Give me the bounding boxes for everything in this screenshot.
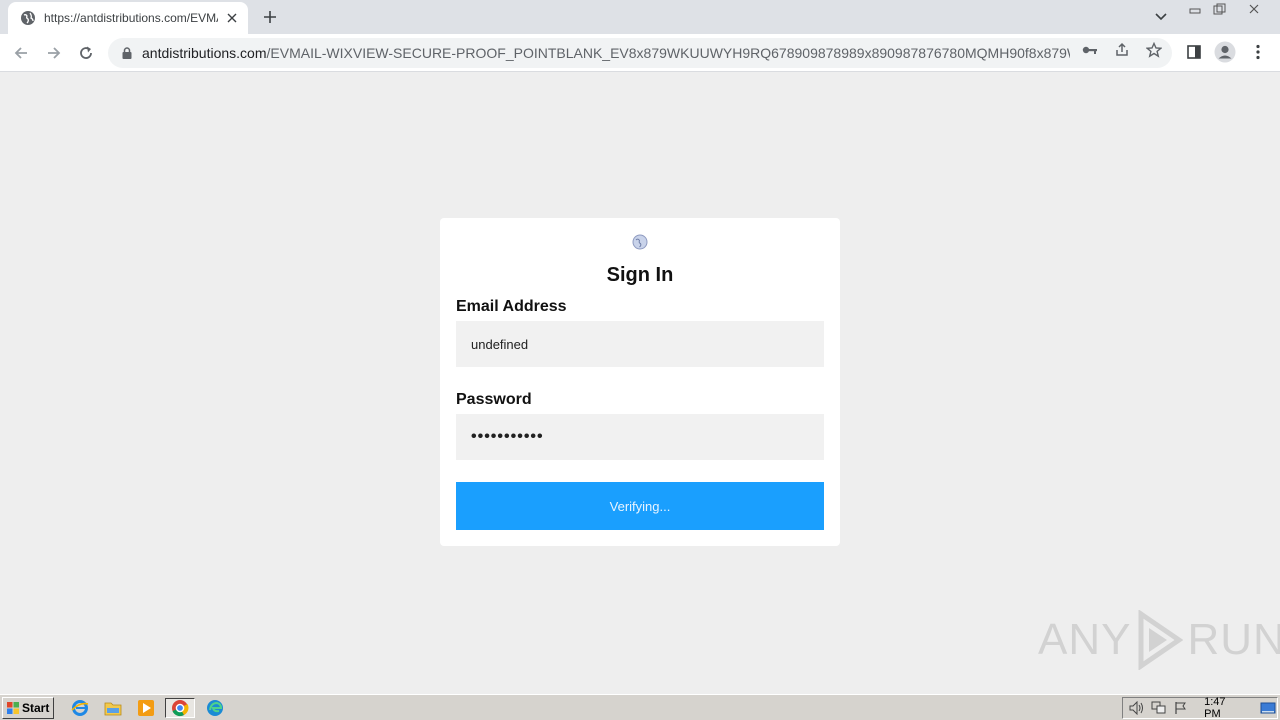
share-icon[interactable] xyxy=(1113,41,1131,59)
url-host: antdistributions.com xyxy=(142,45,267,61)
forward-arrow-icon[interactable] xyxy=(41,40,67,66)
restore-icon[interactable] xyxy=(1208,1,1232,17)
password-label: Password xyxy=(456,391,532,408)
media-player-icon[interactable] xyxy=(134,698,158,718)
system-tray: 1:47 PM xyxy=(1122,696,1278,720)
address-bar[interactable]: antdistributions.com/EVMAIL-WIXVIEW-SECU… xyxy=(108,38,1172,68)
anyrun-watermark: ANY RUN xyxy=(1038,608,1280,672)
chrome-taskbar-icon[interactable] xyxy=(165,698,195,718)
network-icon[interactable] xyxy=(1150,700,1167,716)
start-button[interactable]: Start xyxy=(2,697,54,719)
speaker-icon[interactable] xyxy=(1128,700,1145,716)
close-window-icon[interactable] xyxy=(1236,1,1272,17)
url-path: /EVMAIL-WIXVIEW-SECURE-PROOF_POINTBLANK_… xyxy=(266,45,1070,61)
email-field[interactable]: undefined xyxy=(456,321,824,367)
watermark-right-text: RUN xyxy=(1187,615,1280,664)
globe-icon xyxy=(21,11,35,25)
browser-tab[interactable]: https://antdistributions.com/EVMAIL xyxy=(8,2,248,34)
show-desktop-icon[interactable] xyxy=(1260,700,1277,716)
new-tab-icon[interactable] xyxy=(258,6,282,28)
start-label: Start xyxy=(22,701,50,715)
internet-explorer-icon[interactable] xyxy=(68,698,92,718)
globe-logo-icon xyxy=(632,234,648,250)
star-icon[interactable] xyxy=(1145,41,1163,59)
menu-dots-icon[interactable] xyxy=(1247,41,1269,63)
minimize-icon[interactable] xyxy=(1184,1,1206,17)
sign-in-title: Sign In xyxy=(606,264,674,286)
back-arrow-icon[interactable] xyxy=(8,40,34,66)
close-tab-icon[interactable] xyxy=(224,10,240,26)
url-text: antdistributions.com/EVMAIL-WIXVIEW-SECU… xyxy=(142,45,1070,61)
clock: 1:47 PM xyxy=(1204,696,1226,720)
reload-icon[interactable] xyxy=(73,40,99,66)
password-field[interactable]: ••••••••••• xyxy=(456,414,824,460)
profile-avatar-icon[interactable] xyxy=(1214,41,1236,63)
action-center-flag-icon[interactable] xyxy=(1173,700,1190,716)
key-icon[interactable] xyxy=(1081,41,1099,59)
chevron-down-icon[interactable] xyxy=(1150,6,1172,28)
submit-button[interactable]: Verifying... xyxy=(456,482,824,530)
file-explorer-icon[interactable] xyxy=(101,698,125,718)
taskbar: Start 1:47 PM xyxy=(0,694,1280,720)
edge-icon[interactable] xyxy=(203,698,227,718)
email-label: Email Address xyxy=(456,298,567,315)
play-logo-icon xyxy=(1138,610,1184,670)
watermark-left-text: ANY xyxy=(1038,615,1132,664)
tab-strip: https://antdistributions.com/EVMAIL xyxy=(0,0,1280,34)
tab-title: https://antdistributions.com/EVMAIL xyxy=(44,11,218,25)
lock-icon[interactable] xyxy=(120,46,134,60)
browser-toolbar: antdistributions.com/EVMAIL-WIXVIEW-SECU… xyxy=(0,34,1280,72)
sign-in-card: Sign In Email Address undefined Password… xyxy=(440,218,840,546)
side-panel-icon[interactable] xyxy=(1183,41,1205,63)
windows-flag-icon xyxy=(7,702,19,714)
